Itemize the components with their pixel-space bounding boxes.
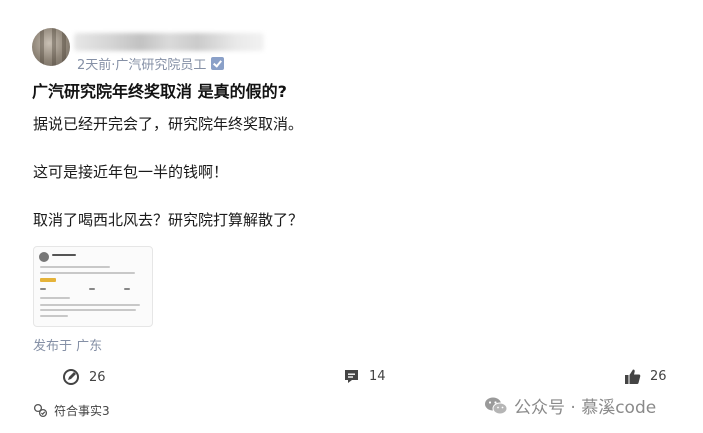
thumb-avatar	[39, 252, 49, 262]
verified-icon	[211, 57, 225, 70]
message-icon	[345, 370, 358, 383]
wechat-icon	[485, 397, 508, 414]
like-count: 26	[650, 369, 667, 384]
message-count: 14	[369, 369, 386, 384]
watermark-text: 公众号 · 慕溪code	[514, 398, 657, 418]
post-title[interactable]: 广汽研究院年终奖取消 是真的假的?	[32, 78, 287, 102]
like-button[interactable]: 26	[624, 368, 667, 385]
post-card: 2天前·广汽研究院员工 广汽研究院年终奖取消 是真的假的? 据说已经开完会了，研…	[0, 0, 703, 433]
post-header: 2天前·广汽研究院员工	[32, 14, 452, 73]
post-content: 据说已经开完会了，研究院年终奖取消。 这可是接近年包一半的钱啊！ 取消了喝西北风…	[33, 112, 303, 256]
content-paragraph: 据说已经开完会了，研究院年终奖取消。	[33, 115, 304, 133]
watermark: 公众号 · 慕溪code	[484, 393, 656, 418]
comment-button[interactable]: 26	[62, 368, 106, 386]
thumbs-up-icon	[625, 369, 641, 384]
post-meta: 2天前·广汽研究院员工	[77, 54, 225, 73]
message-button[interactable]: 14	[343, 368, 386, 385]
action-bar: 26 14 26	[0, 368, 703, 394]
comment-edit-icon	[63, 369, 79, 385]
blurred-username	[74, 33, 264, 51]
fact-check-label: 符合事实3	[54, 404, 110, 418]
content-paragraph: 这可是接近年包一半的钱啊！	[33, 163, 229, 181]
comment-count: 26	[89, 369, 106, 385]
avatar[interactable]	[32, 28, 70, 66]
post-location: 发布于 广东	[33, 339, 103, 354]
attached-image-thumbnail[interactable]	[33, 246, 153, 327]
fact-check-button[interactable]: 符合事实3	[33, 402, 110, 419]
fact-check-icon	[33, 403, 48, 418]
post-meta-text: 2天前·广汽研究院员工	[77, 58, 207, 73]
content-paragraph: 取消了喝西北风去？研究院打算解散了？	[33, 211, 304, 229]
